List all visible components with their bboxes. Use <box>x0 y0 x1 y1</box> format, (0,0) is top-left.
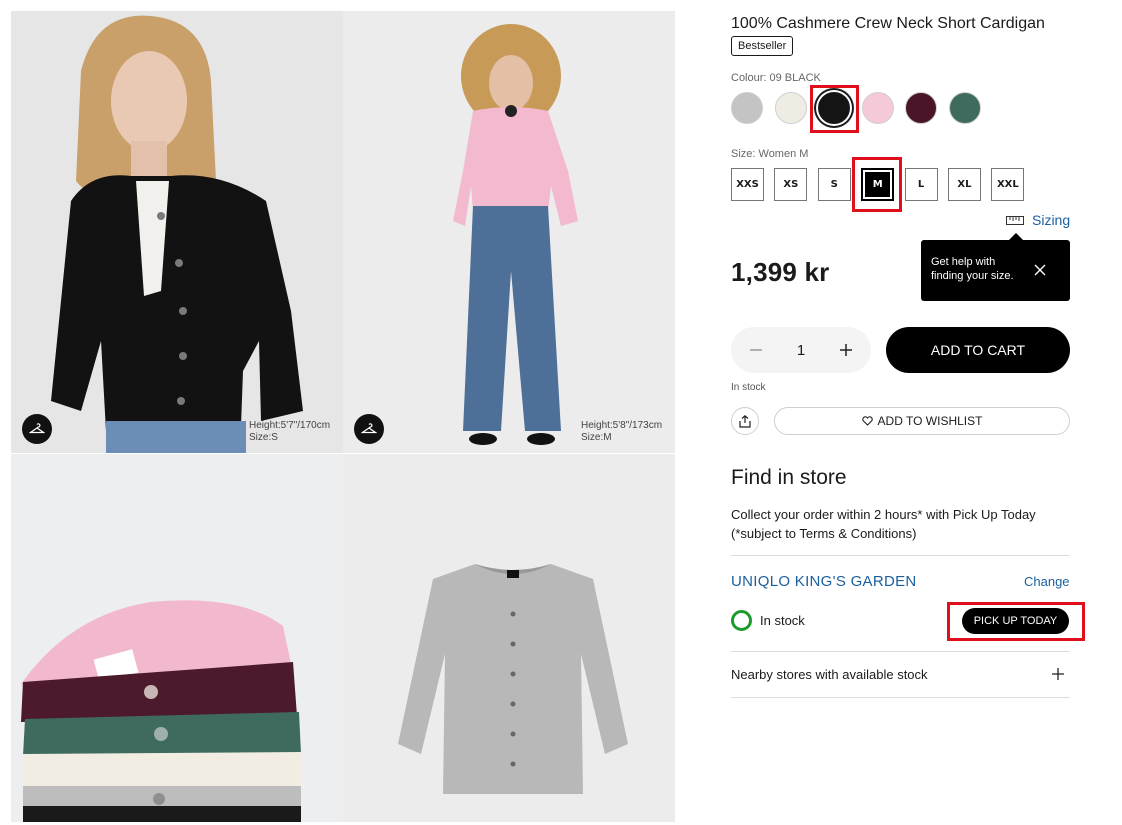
sizing-link-label: Sizing <box>1032 212 1071 228</box>
product-image-2[interactable]: Height:5'8"/173cm Size:M <box>343 11 675 453</box>
colour-swatches <box>731 92 992 124</box>
in-stock-icon <box>731 610 752 631</box>
plus-icon <box>1052 668 1064 680</box>
size-xl[interactable]: XL <box>947 168 981 201</box>
hanger-icon <box>29 423 45 434</box>
model-size: Size:S <box>249 432 278 443</box>
decrease-quantity-button[interactable] <box>747 341 765 359</box>
heart-icon <box>861 416 873 426</box>
product-gallery: Height:5'7"/170cm Size:S Height:5'8"/173… <box>11 11 675 822</box>
model-pink-cardigan-photo <box>343 11 675 453</box>
size-s[interactable]: S <box>817 168 851 201</box>
swatch-green[interactable] <box>948 92 981 124</box>
size-label: Size: Women M <box>731 148 809 160</box>
stock-status: In stock <box>731 382 766 393</box>
share-icon <box>739 414 751 428</box>
hanger-icon-button[interactable] <box>354 414 384 444</box>
size-help-tooltip: Get help with finding your size. <box>921 233 1070 301</box>
sizing-link[interactable]: Sizing <box>1006 212 1070 228</box>
plus-icon <box>840 344 852 356</box>
store-name-link[interactable]: UNIQLO KING'S GARDEN <box>731 573 917 590</box>
model-height: Height:5'8"/173cm <box>581 420 663 431</box>
size-xs[interactable]: XS <box>774 168 808 201</box>
swatch-off-white[interactable] <box>774 92 807 124</box>
divider <box>731 697 1070 698</box>
divider <box>731 555 1070 556</box>
model-black-cardigan-photo <box>11 11 343 453</box>
pickup-description: Collect your order within 2 hours* with … <box>731 507 1036 541</box>
find-in-store-title: Find in store <box>731 466 847 489</box>
add-to-wishlist-button[interactable]: ADD TO WISHLIST <box>774 407 1070 435</box>
swatch-grey[interactable] <box>731 92 763 124</box>
size-xxl[interactable]: XXL <box>991 168 1025 201</box>
nearby-stores-row[interactable]: Nearby stores with available stock <box>731 656 1070 692</box>
size-xxs[interactable]: XXS <box>731 168 764 201</box>
pick-up-today-button[interactable]: PICK UP TODAY <box>962 608 1069 634</box>
product-title: 100% Cashmere Crew Neck Short Cardigan <box>731 15 1045 32</box>
model-info: Height:5'7"/170cm Size:S <box>249 420 330 444</box>
change-store-link[interactable]: Change <box>1024 574 1070 589</box>
minus-icon <box>750 349 762 351</box>
bestseller-badge: Bestseller <box>731 36 794 56</box>
add-to-cart-button[interactable]: ADD TO CART <box>886 327 1070 373</box>
product-image-3[interactable] <box>11 454 343 822</box>
store-stock-status: In stock <box>760 613 805 628</box>
size-l[interactable]: L <box>904 168 938 201</box>
colour-label: Colour: 09 BLACK <box>731 72 821 84</box>
increase-quantity-button[interactable] <box>837 341 855 359</box>
model-size: Size:M <box>581 432 612 443</box>
close-icon[interactable] <box>1033 263 1047 277</box>
nearby-stores-label: Nearby stores with available stock <box>731 666 928 682</box>
product-image-4[interactable] <box>343 454 675 822</box>
swatch-black[interactable] <box>818 92 850 124</box>
hanger-icon <box>361 423 377 434</box>
size-m[interactable]: M <box>861 168 895 201</box>
hanger-icon-button[interactable] <box>22 414 52 444</box>
divider <box>731 651 1070 652</box>
folded-cardigans-photo <box>11 454 343 822</box>
swatch-wine[interactable] <box>905 92 937 124</box>
ruler-icon <box>1006 215 1024 225</box>
model-height: Height:5'7"/170cm <box>249 420 331 431</box>
share-button[interactable] <box>731 407 759 435</box>
price: 1,399 kr <box>731 257 830 287</box>
quantity-value[interactable]: 1 <box>797 342 805 359</box>
grey-cardigan-photo <box>343 454 675 822</box>
tooltip-text: Get help with finding your size. <box>931 256 1014 282</box>
wishlist-label: ADD TO WISHLIST <box>877 414 983 428</box>
product-image-1[interactable]: Height:5'7"/170cm Size:S <box>11 11 343 453</box>
quantity-stepper: 1 <box>731 327 871 373</box>
swatch-pink[interactable] <box>861 92 894 124</box>
model-info: Height:5'8"/173cm Size:M <box>581 420 662 444</box>
size-selector: XXS XS S M L XL XXL <box>731 168 1035 201</box>
